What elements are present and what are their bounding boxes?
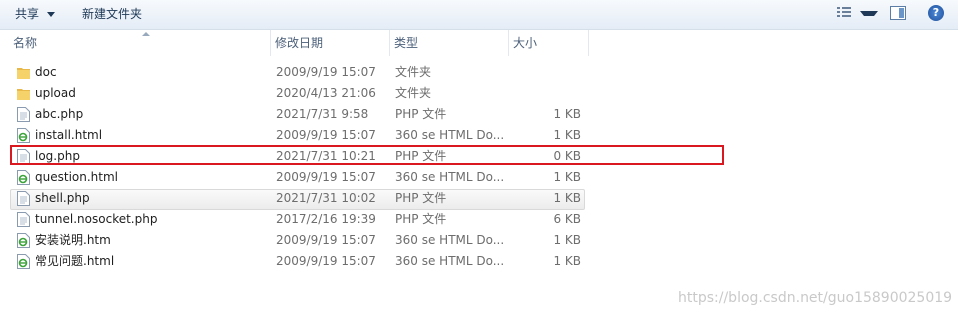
command-bar: 共享 新建文件夹 ? (0, 0, 958, 30)
file-size: 1 KB (553, 170, 581, 184)
file-date: 2021/7/31 10:02 (276, 191, 376, 205)
file-type: PHP 文件 (395, 107, 447, 121)
php-file-icon (17, 191, 30, 206)
file-row[interactable]: 常见问题.html 2009/9/19 15:07 360 se HTML Do… (0, 251, 958, 272)
file-name: tunnel.nosocket.php (35, 212, 158, 226)
file-size: 1 KB (553, 107, 581, 121)
file-name: upload (35, 86, 76, 100)
share-label: 共享 (15, 7, 40, 21)
file-size (514, 62, 581, 83)
file-name: abc.php (35, 107, 84, 121)
preview-pane-icon[interactable] (890, 6, 906, 20)
file-row[interactable]: doc 2009/9/19 15:07 文件夹 (0, 62, 958, 83)
column-header: 名称 修改日期 类型 大小 (0, 30, 958, 56)
file-size: 1 KB (553, 128, 581, 142)
chevron-down-icon (47, 12, 56, 17)
change-view-icon[interactable] (836, 5, 852, 23)
file-type: 360 se HTML Do... (395, 128, 505, 142)
file-size (514, 83, 581, 104)
column-name-header[interactable]: 名称 (9, 30, 269, 56)
column-type-label: 类型 (394, 36, 419, 50)
file-date: 2009/9/19 15:07 (276, 128, 376, 142)
view-options-chevron-icon[interactable] (860, 11, 878, 16)
php-file-icon (17, 212, 30, 227)
file-date: 2021/7/31 9:58 (276, 107, 369, 121)
file-size: 1 KB (553, 191, 581, 205)
share-button[interactable]: 共享 (15, 6, 56, 22)
file-row[interactable]: 安装说明.htm 2009/9/19 15:07 360 se HTML Do.… (0, 230, 958, 251)
file-size: 1 KB (553, 254, 581, 268)
folder-icon (17, 89, 30, 100)
file-row[interactable]: upload 2020/4/13 21:06 文件夹 (0, 83, 958, 104)
column-name-label: 名称 (13, 36, 38, 50)
file-date: 2017/2/16 19:39 (276, 212, 376, 226)
file-name: doc (35, 65, 57, 79)
file-name: shell.php (35, 191, 90, 205)
file-date: 2009/9/19 15:07 (276, 170, 376, 184)
file-date: 2009/9/19 15:07 (276, 65, 376, 79)
html-file-icon (17, 233, 30, 248)
file-name: question.html (35, 170, 118, 184)
column-type-header[interactable]: 类型 (389, 30, 507, 56)
file-row[interactable]: install.html 2009/9/19 15:07 360 se HTML… (0, 125, 958, 146)
php-file-icon (17, 107, 30, 122)
new-folder-button[interactable]: 新建文件夹 (82, 6, 142, 22)
column-divider (588, 30, 590, 56)
help-icon[interactable]: ? (928, 5, 944, 21)
file-row[interactable]: shell.php 2021/7/31 10:02 PHP 文件 1 KB (0, 188, 958, 209)
column-date-label: 修改日期 (275, 36, 324, 50)
file-name: install.html (35, 128, 103, 142)
file-name: 安装说明.htm (35, 233, 111, 247)
file-type: 360 se HTML Do... (395, 233, 505, 247)
column-size-label: 大小 (513, 36, 538, 50)
file-date: 2009/9/19 15:07 (276, 233, 376, 247)
html-file-icon (17, 170, 30, 185)
folder-icon (17, 68, 30, 79)
file-date: 2009/9/19 15:07 (276, 254, 376, 268)
file-type: 文件夹 (395, 65, 432, 79)
file-type: 文件夹 (395, 86, 432, 100)
sort-ascending-icon (142, 32, 150, 36)
html-file-icon (17, 128, 30, 143)
watermark: https://blog.csdn.net/guo15890025019 (678, 290, 953, 306)
file-type: 360 se HTML Do... (395, 254, 505, 268)
file-type: 360 se HTML Do... (395, 170, 505, 184)
file-row[interactable]: tunnel.nosocket.php 2017/2/16 19:39 PHP … (0, 209, 958, 230)
file-type: PHP 文件 (395, 212, 447, 226)
file-row[interactable]: abc.php 2021/7/31 9:58 PHP 文件 1 KB (0, 104, 958, 125)
column-date-header[interactable]: 修改日期 (270, 30, 388, 56)
annotation-highlight-box (10, 145, 724, 165)
column-size-header[interactable]: 大小 (508, 30, 588, 56)
file-row[interactable]: question.html 2009/9/19 15:07 360 se HTM… (0, 167, 958, 188)
file-size: 6 KB (553, 212, 581, 226)
file-date: 2020/4/13 21:06 (276, 86, 376, 100)
file-name: 常见问题.html (35, 254, 115, 268)
html-file-icon (17, 254, 30, 269)
file-size: 1 KB (553, 233, 581, 247)
file-type: PHP 文件 (395, 191, 447, 205)
